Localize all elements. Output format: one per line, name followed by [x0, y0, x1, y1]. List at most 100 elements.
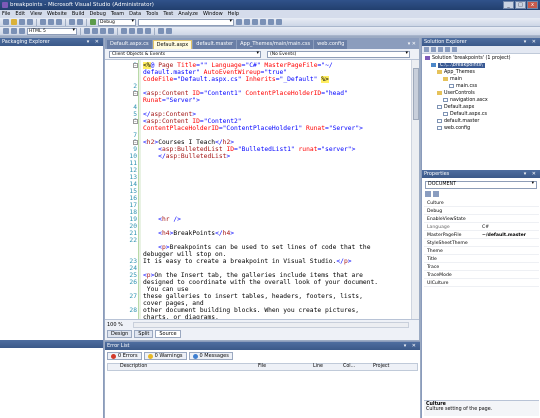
extension-manager-icon[interactable] — [268, 19, 274, 25]
collapse-toggle-icon[interactable]: − — [133, 119, 138, 124]
format-icon[interactable] — [11, 28, 17, 34]
new-project-icon[interactable] — [3, 19, 9, 25]
client-objects-combo[interactable]: Client Objects & Events — [109, 50, 261, 58]
column-header[interactable]: Col... — [343, 364, 355, 370]
toolbox-icon[interactable] — [260, 19, 266, 25]
minimize-button[interactable]: _ — [503, 1, 514, 9]
bookmark-prev-icon[interactable] — [137, 28, 143, 34]
tree-item[interactable]: main — [443, 76, 462, 83]
panel-close-icon[interactable]: ▾ ✕ — [404, 342, 418, 350]
panel-close-icon[interactable]: ▾ ✕ — [87, 38, 101, 46]
cut-icon[interactable] — [40, 19, 46, 25]
tree-item[interactable]: UserControls — [437, 90, 475, 97]
property-row[interactable]: Title — [424, 256, 539, 263]
vertical-scrollbar[interactable] — [411, 60, 419, 319]
property-row[interactable]: MasterPageFile ~/default.master — [424, 232, 539, 239]
scrollbar-thumb[interactable] — [413, 68, 419, 120]
document-tab[interactable]: default.master — [193, 40, 237, 49]
property-value[interactable]: C# — [482, 224, 489, 231]
property-row[interactable]: Debug — [424, 208, 539, 215]
panel-close-icon[interactable]: ▾ ✕ — [524, 170, 538, 178]
redo-icon[interactable] — [77, 19, 83, 25]
accessibility-check-icon[interactable] — [158, 28, 164, 34]
properties-icon[interactable] — [252, 19, 258, 25]
save-icon[interactable] — [19, 19, 25, 25]
solution-config-combo[interactable]: Debug — [98, 18, 136, 26]
menu-item-help[interactable]: Help — [228, 11, 239, 17]
format-icon[interactable] — [19, 28, 25, 34]
object-selector-combo[interactable]: DOCUMENT — [425, 181, 537, 189]
column-header[interactable]: Line — [313, 364, 323, 370]
menu-item-analyze[interactable]: Analyze — [178, 11, 198, 17]
tree-item[interactable]: Solution 'breakpoints' (1 project) — [425, 55, 511, 62]
code-editor[interactable]: 1<%@ Page Title="" Language="C#" MasterP… — [105, 60, 419, 319]
property-row[interactable]: Language C# — [424, 224, 539, 231]
tree-item[interactable]: App_Themes — [437, 69, 475, 76]
view-tab-design[interactable]: Design — [107, 330, 133, 338]
menu-item-window[interactable]: Window — [203, 11, 223, 17]
start-page-icon[interactable] — [276, 19, 282, 25]
tree-item[interactable]: navigation.ascx — [443, 97, 488, 104]
property-row[interactable]: TraceMode — [424, 272, 539, 279]
column-header[interactable]: Description — [120, 364, 147, 370]
menu-item-build[interactable]: Build — [72, 11, 85, 17]
menu-item-file[interactable]: File — [2, 11, 10, 17]
panel-close-icon[interactable]: ▾ ✕ — [524, 38, 538, 46]
warnings-filter-button[interactable]: 0 Warnings — [143, 352, 187, 360]
bookmark-next-icon[interactable] — [129, 28, 135, 34]
document-tab[interactable]: web.config — [314, 40, 348, 49]
menu-item-data[interactable]: Data — [129, 11, 141, 17]
property-row[interactable]: EnableViewState — [424, 216, 539, 223]
tree-item[interactable]: C:\...\breakpoints\ — [431, 62, 485, 69]
refresh-icon[interactable] — [438, 47, 443, 52]
comment-icon[interactable] — [100, 28, 106, 34]
property-row[interactable]: Theme — [424, 248, 539, 255]
undo-icon[interactable] — [69, 19, 75, 25]
horizontal-scrollbar[interactable] — [133, 322, 409, 328]
view-code-icon[interactable] — [445, 47, 450, 52]
menu-item-view[interactable]: View — [30, 11, 42, 17]
format-icon[interactable] — [3, 28, 9, 34]
column-header[interactable]: Project — [373, 364, 389, 370]
indent-icon[interactable] — [84, 28, 90, 34]
view-tab-split[interactable]: Split — [134, 330, 154, 338]
bookmark-clear-icon[interactable] — [145, 28, 151, 34]
maximize-button[interactable]: □ — [515, 1, 526, 9]
zoom-level[interactable]: 100 % — [107, 322, 123, 328]
menu-item-edit[interactable]: Edit — [15, 11, 25, 17]
events-combo[interactable]: (No Events) — [267, 50, 410, 58]
find-combo[interactable] — [138, 18, 234, 26]
menu-item-test[interactable]: Test — [163, 11, 173, 17]
property-row[interactable]: StyleSheetTheme — [424, 240, 539, 247]
view-tab-source[interactable]: Source — [155, 330, 181, 338]
property-row[interactable]: Trace — [424, 264, 539, 271]
bookmark-icon[interactable] — [121, 28, 127, 34]
properties-icon[interactable] — [424, 47, 429, 52]
tree-item[interactable]: main.css — [449, 83, 477, 90]
alphabetical-icon[interactable] — [433, 191, 439, 197]
open-file-icon[interactable] — [11, 19, 17, 25]
solution-explorer-icon[interactable] — [244, 19, 250, 25]
document-tab[interactable]: App_Themes/main/main.css — [237, 40, 314, 49]
tab-close-icon[interactable]: ▾ ✕ — [408, 40, 419, 49]
errors-filter-button[interactable]: 0 Errors — [107, 352, 142, 360]
document-tab[interactable]: Default.aspx — [152, 40, 193, 49]
dropdown-arrow-icon[interactable] — [166, 28, 172, 34]
property-row[interactable]: UICulture — [424, 280, 539, 287]
categorized-icon[interactable] — [425, 191, 431, 197]
save-all-icon[interactable] — [27, 19, 33, 25]
document-tab[interactable]: Default.aspx.cs — [107, 40, 152, 49]
tree-item[interactable]: web.config — [437, 125, 470, 132]
view-designer-icon[interactable] — [452, 47, 457, 52]
html-schema-combo[interactable]: HTML 5 — [27, 27, 77, 35]
tree-item[interactable]: default.master — [437, 118, 479, 125]
collapse-toggle-icon[interactable]: − — [133, 140, 138, 145]
tree-item[interactable]: Default.aspx — [437, 104, 474, 111]
start-debugging-icon[interactable] — [90, 19, 96, 25]
menu-item-website[interactable]: Website — [47, 11, 67, 17]
column-header[interactable]: File — [258, 364, 266, 370]
property-value[interactable]: ~/default.master — [482, 232, 526, 239]
collapse-toggle-icon[interactable]: − — [133, 63, 138, 68]
paste-icon[interactable] — [56, 19, 62, 25]
menu-item-tools[interactable]: Tools — [146, 11, 158, 17]
